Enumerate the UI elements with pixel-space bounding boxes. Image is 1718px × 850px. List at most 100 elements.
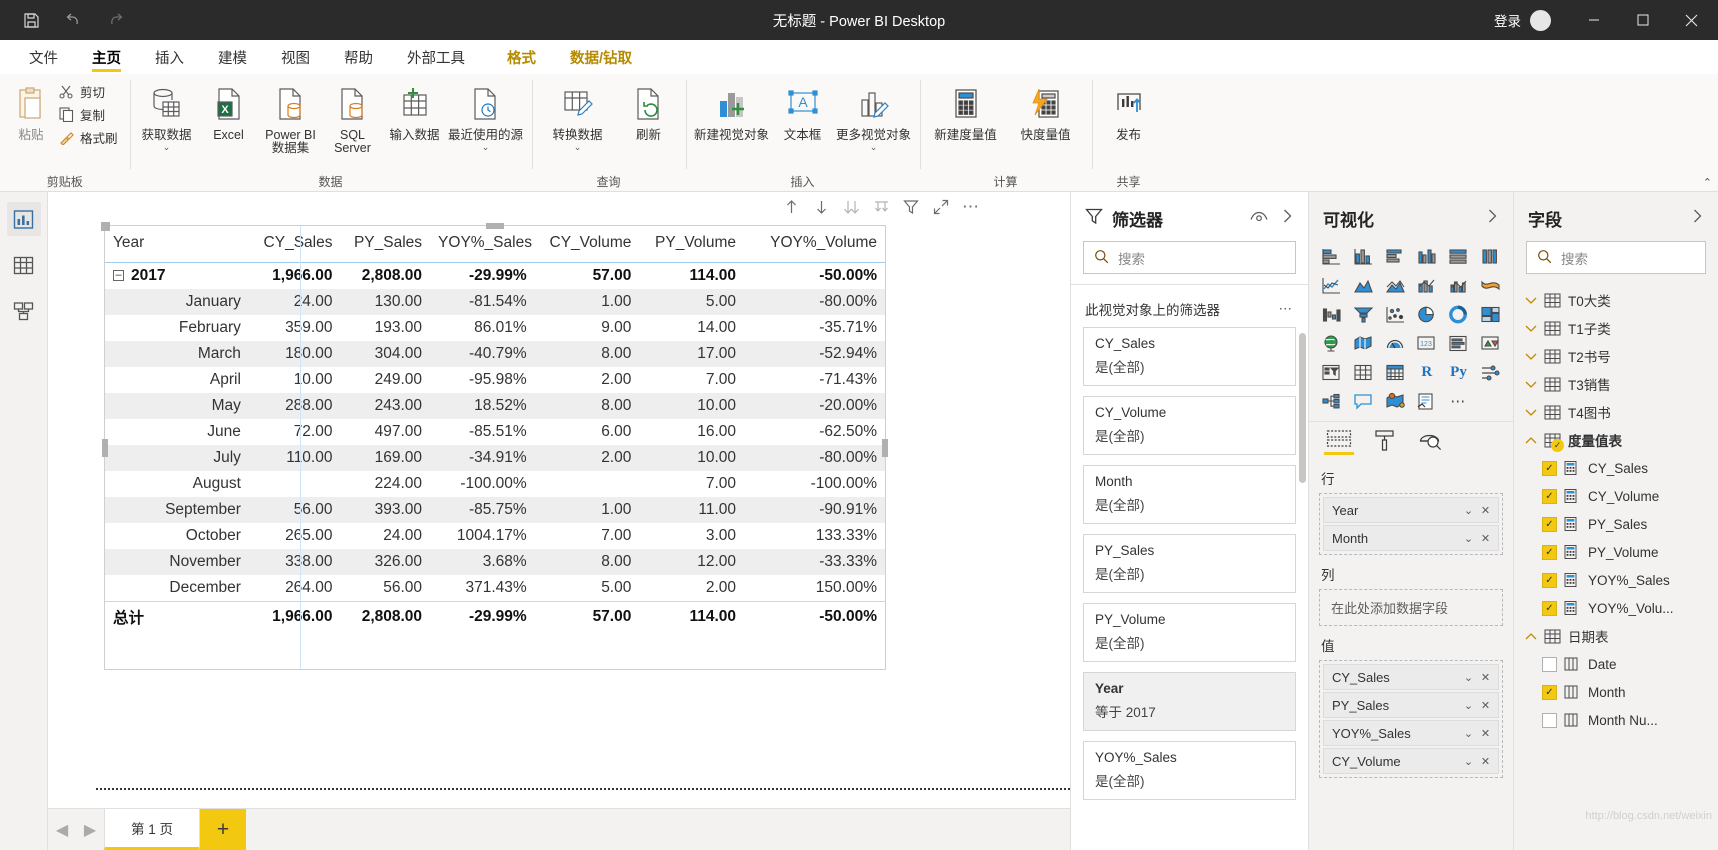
row-header-cell[interactable]: November	[105, 549, 251, 575]
table-cell[interactable]: -62.50%	[744, 419, 885, 445]
fields-field-row[interactable]: ✓ PY_Sales	[1514, 510, 1718, 538]
card-icon[interactable]: 123	[1412, 330, 1442, 357]
expand-collapse-icon[interactable]: –	[113, 270, 124, 282]
column-header-6[interactable]: YOY%_Volume	[744, 226, 885, 263]
table-cell[interactable]: 264.00	[251, 575, 341, 602]
ribbon-tab-external-tools[interactable]: 外部工具	[390, 40, 482, 74]
table-cell[interactable]: 10.00	[639, 445, 745, 471]
chevron-right-icon[interactable]	[1281, 208, 1294, 229]
table-row[interactable]: October 265.00 24.00 1004.17% 7.00 3.00 133.33…	[105, 523, 885, 549]
minimize-button[interactable]	[1569, 0, 1618, 40]
enter-data-button[interactable]: 输入数据	[384, 78, 446, 142]
table-row[interactable]: January 24.00 130.00 -81.54% 1.00 5.00 -80.00%	[105, 289, 885, 315]
recent-sources-button[interactable]: 最近使用的源 ⌄	[446, 78, 526, 152]
r-visual-icon[interactable]: R	[1412, 359, 1442, 386]
drill-up-icon[interactable]	[782, 198, 800, 216]
table-cell[interactable]: 9.00	[535, 315, 640, 341]
fields-table-row[interactable]: ✓ 度量值表	[1514, 426, 1718, 454]
filter-card[interactable]: PY_Sales 是(全部)	[1083, 534, 1296, 593]
kpi-icon[interactable]	[1475, 330, 1505, 357]
table-cell[interactable]: -29.99%	[430, 601, 535, 632]
well-drop-zone[interactable]: CY_Sales ⌄ ✕ PY_Sales ⌄ ✕ YOY%_Sales ⌄ ✕ CY_Volum…	[1319, 660, 1503, 778]
table-cell[interactable]: 18.52%	[430, 393, 535, 419]
field-checkbox[interactable]: ✓	[1542, 572, 1557, 588]
table-row[interactable]: 总计 1,966.00 2,808.00 -29.99% 57.00 114.00 -50.…	[105, 601, 885, 632]
paste-button[interactable]: 粘贴	[6, 78, 56, 142]
stacked-column-chart-icon[interactable]	[1349, 243, 1379, 270]
table-cell[interactable]: -80.00%	[744, 445, 885, 471]
fields-table-row[interactable]: T0大类	[1514, 286, 1718, 314]
table-cell[interactable]: 133.33%	[744, 523, 885, 549]
chevron-down-icon[interactable]	[1524, 296, 1537, 305]
field-checkbox[interactable]: ✓	[1542, 544, 1557, 560]
fields-field-row[interactable]: Date	[1514, 650, 1718, 678]
stacked-area-chart-icon[interactable]	[1380, 272, 1410, 299]
100-stacked-bar-chart-icon[interactable]	[1444, 243, 1474, 270]
page-prev-button[interactable]: ◀	[48, 809, 76, 850]
table-cell[interactable]: -81.54%	[430, 289, 535, 315]
table-row[interactable]: June 72.00 497.00 -85.51% 6.00 16.00 -62.50%	[105, 419, 885, 445]
ribbon-tab-help[interactable]: 帮助	[327, 40, 390, 74]
table-cell[interactable]: 56.00	[340, 575, 430, 602]
filters-scrollbar[interactable]	[1299, 333, 1306, 483]
chevron-up-icon[interactable]	[1524, 632, 1537, 641]
table-cell[interactable]: 8.00	[534, 341, 640, 367]
arcgis-map-icon[interactable]	[1380, 388, 1410, 415]
page-next-button[interactable]: ▶	[76, 809, 104, 850]
expand-all-down-icon[interactable]	[842, 198, 860, 216]
field-checkbox[interactable]	[1542, 656, 1557, 672]
treemap-icon[interactable]	[1475, 301, 1505, 328]
table-cell[interactable]: 7.00	[535, 523, 640, 549]
field-checkbox[interactable]: ✓	[1542, 460, 1557, 476]
table-cell[interactable]: 16.00	[639, 419, 744, 445]
table-cell[interactable]: -95.98%	[430, 367, 535, 393]
table-cell[interactable]: 3.68%	[430, 549, 535, 575]
excel-button[interactable]: X Excel	[198, 78, 260, 142]
python-visual-icon[interactable]: Py	[1444, 359, 1474, 386]
fields-table-row[interactable]: T4图书	[1514, 398, 1718, 426]
undo-icon[interactable]	[60, 7, 86, 33]
sign-in-button[interactable]: 登录	[1494, 9, 1551, 31]
table-cell[interactable]: 338.00	[250, 549, 341, 575]
table-row[interactable]: February 359.00 193.00 86.01% 9.00 14.00 -35.7…	[105, 315, 885, 341]
row-header-cell[interactable]: April	[105, 367, 251, 393]
table-cell[interactable]: 2.00	[535, 367, 640, 393]
table-cell[interactable]: -71.43%	[744, 367, 885, 393]
table-cell[interactable]: 1,966.00	[251, 263, 341, 290]
table-cell[interactable]: 2.00	[534, 445, 640, 471]
chevron-down-icon[interactable]: ⌄	[163, 143, 171, 152]
new-visual-button[interactable]: 新建视觉对象	[692, 78, 772, 142]
table-cell[interactable]: 7.00	[639, 471, 744, 497]
well-item[interactable]: CY_Volume ⌄ ✕	[1323, 748, 1499, 774]
table-row[interactable]: December 264.00 56.00 371.43% 5.00 2.00 150.00…	[105, 575, 885, 602]
gauge-icon[interactable]	[1380, 330, 1410, 357]
table-row[interactable]: July 110.00 169.00 -34.91% 2.00 10.00 -80.00%	[105, 445, 885, 471]
clustered-column-chart-icon[interactable]	[1412, 243, 1442, 270]
smart-narrative-icon[interactable]	[1349, 388, 1379, 415]
table-cell[interactable]: -100.00%	[430, 471, 535, 497]
table-cell[interactable]: 393.00	[340, 497, 431, 523]
table-cell[interactable]: 265.00	[251, 523, 341, 549]
fields-field-row[interactable]: ✓ CY_Sales	[1514, 454, 1718, 482]
remove-field-icon[interactable]: ✕	[1477, 699, 1494, 712]
fields-field-row[interactable]: ✓ YOY%_Volu...	[1514, 594, 1718, 622]
analytics-tab[interactable]	[1415, 429, 1447, 459]
format-painter-button[interactable]: 格式刷	[56, 126, 124, 149]
copy-button[interactable]: 复制	[56, 103, 124, 126]
table-cell[interactable]: 5.00	[639, 289, 745, 315]
donut-chart-icon[interactable]	[1444, 301, 1474, 328]
table-cell[interactable]: 150.00%	[744, 575, 885, 602]
table-cell[interactable]: 326.00	[340, 549, 431, 575]
matrix-icon[interactable]	[1380, 359, 1410, 386]
chevron-down-icon[interactable]	[1524, 324, 1537, 333]
table-row[interactable]: March 180.00 304.00 -40.79% 8.00 17.00 -52.94%	[105, 341, 885, 367]
field-checkbox[interactable]: ✓	[1542, 600, 1557, 616]
chevron-down-icon[interactable]	[1524, 408, 1537, 417]
fields-tab[interactable]	[1323, 429, 1355, 459]
table-cell[interactable]: -34.91%	[430, 445, 535, 471]
table-cell[interactable]: 359.00	[251, 315, 341, 341]
transform-data-button[interactable]: 转换数据 ⌄	[538, 78, 618, 152]
row-header-cell[interactable]: July	[105, 445, 251, 471]
column-header-0[interactable]: Year	[105, 226, 251, 263]
row-header-cell[interactable]: 总计	[105, 601, 251, 632]
